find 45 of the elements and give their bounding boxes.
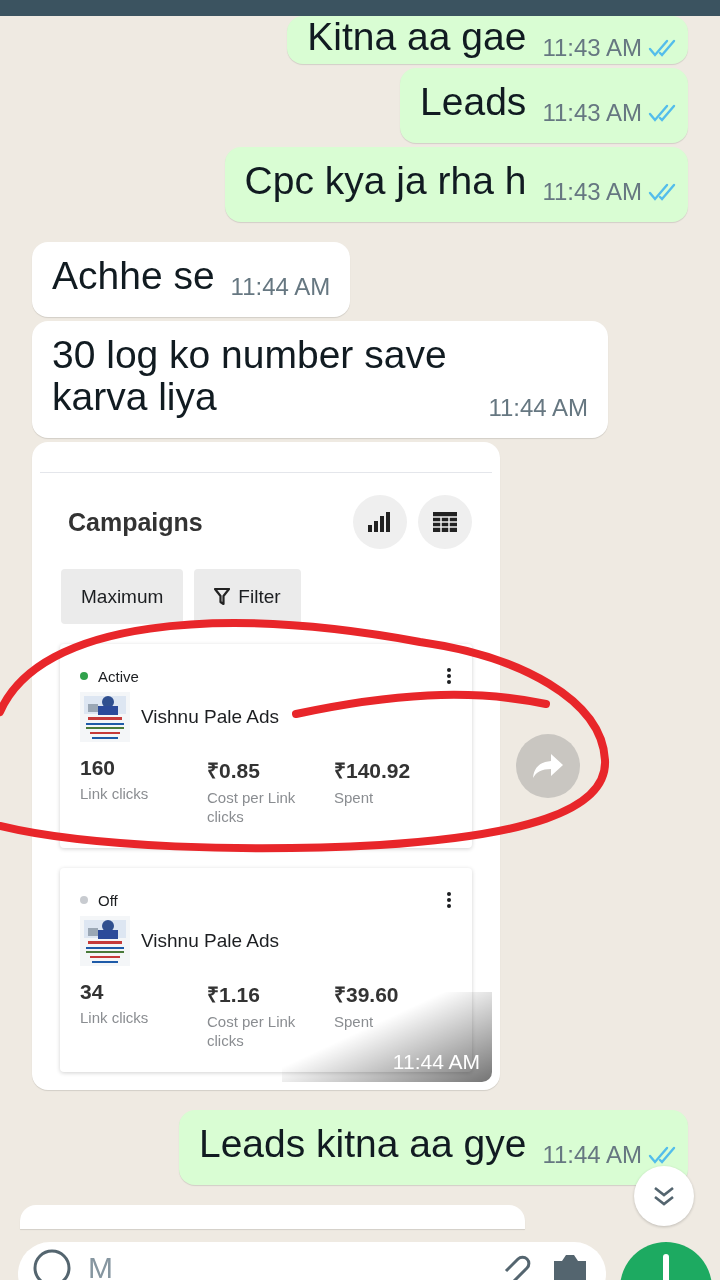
metric-value: 34	[80, 980, 105, 1004]
status-label: Off	[98, 891, 119, 909]
campaign-name[interactable]: Vishnu Pale Ads	[141, 930, 280, 952]
share-arrow-icon	[533, 754, 563, 778]
metric-label: Link clicks	[80, 1008, 150, 1027]
message-text: Kitna aa gae	[307, 16, 527, 58]
filter-button[interactable]: Filter	[194, 569, 301, 624]
message-time: 11:44 AM	[542, 1141, 642, 1169]
table-icon	[433, 512, 457, 532]
message-time: 11:44 AM	[488, 394, 588, 422]
more-options-icon[interactable]	[446, 667, 452, 685]
microphone-icon	[661, 1254, 671, 1280]
message-text: Leads	[420, 81, 527, 123]
emoji-icon	[32, 1248, 72, 1280]
metric-label: Spent	[334, 788, 375, 807]
metric-label: Cost per Link clicks	[207, 1012, 297, 1050]
scroll-down-button[interactable]	[634, 1166, 694, 1226]
double-chevron-down-icon	[653, 1185, 675, 1207]
message-time: 11:44 AM	[392, 1050, 480, 1074]
campaign-name[interactable]: Vishnu Pale Ads	[141, 706, 280, 728]
metric-label: Cost per Link clicks	[207, 788, 297, 826]
message-time: 11:43 AM	[542, 34, 642, 62]
more-options-icon[interactable]	[446, 891, 452, 909]
metric-value: ₹140.92	[334, 758, 412, 784]
metric-label: Spent	[334, 1012, 375, 1031]
filter-icon	[214, 587, 231, 606]
chart-view-button[interactable]	[353, 495, 407, 549]
message-text: Achhe se	[52, 255, 215, 297]
metric-label: Link clicks	[80, 784, 150, 803]
message-text: 30 log ko number save karva liya	[52, 334, 448, 418]
message-text: Cpc kya ja rha h	[244, 160, 527, 202]
table-view-button[interactable]	[418, 495, 472, 549]
message-time: 11:44 AM	[230, 273, 331, 301]
message-time: 11:43 AM	[542, 178, 642, 206]
message-text: Leads kitna aa gye	[198, 1123, 527, 1165]
sort-button[interactable]: Maximum	[61, 569, 184, 624]
metric-value: ₹39.60	[334, 982, 400, 1008]
status-label: Active	[98, 667, 140, 685]
metric-value: 160	[80, 756, 117, 780]
message-placeholder: M	[88, 1251, 114, 1280]
bar-chart-icon	[368, 512, 392, 532]
message-time: 11:43 AM	[542, 99, 642, 127]
metric-value: ₹0.85	[207, 758, 261, 784]
metric-value: ₹1.16	[207, 982, 261, 1008]
screen-title: Campaigns	[68, 507, 204, 537]
